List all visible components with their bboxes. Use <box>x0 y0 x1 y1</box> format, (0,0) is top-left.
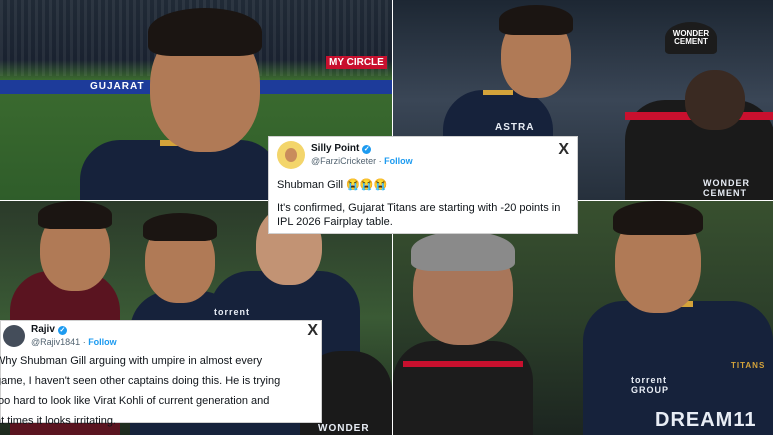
tweet-text-body: It's confirmed, Gujarat Titans are start… <box>277 202 561 228</box>
tweet-author: Silly Point ✓ @FarziCricketer · Follow <box>311 143 413 167</box>
player-hair <box>613 201 703 235</box>
jersey-logo-text: TITANS <box>731 361 766 370</box>
author-handle[interactable]: @FarziCricketer <box>311 156 376 166</box>
jersey-sponsor-text: ASTRA <box>495 122 535 133</box>
x-logo-icon[interactable]: X <box>307 322 318 340</box>
tweet-text-line: Why Shubman Gill arguing with umpire in … <box>0 355 263 367</box>
umpire-cap-text: WONDER CEMENT <box>672 29 710 46</box>
user-avatar[interactable] <box>3 325 25 347</box>
x-logo-icon[interactable]: X <box>558 141 569 159</box>
jersey-sponsor-text: torrent GROUP <box>631 375 670 395</box>
tweet-author: Rajiv ✓ @Rajiv1841 · Follow <box>31 324 117 348</box>
player-hair <box>499 5 573 35</box>
tweet-text-line: at times it looks irritating. <box>0 415 117 427</box>
player-hair <box>148 8 262 56</box>
user-avatar[interactable] <box>277 141 305 169</box>
author-display-name[interactable]: Silly Point <box>311 143 359 155</box>
jersey-collar <box>483 90 513 95</box>
author-handle[interactable]: @Rajiv1841 <box>31 337 80 347</box>
tweet-card: Rajiv ✓ @Rajiv1841 · Follow X Why Shubma… <box>0 320 322 427</box>
coach-shirt-stripe <box>403 361 523 367</box>
player-jersey <box>80 140 280 200</box>
jersey-sponsor-text: torrent <box>214 307 250 317</box>
umpire-shirt-text: WONDER CEMENT <box>703 178 750 198</box>
jersey-main-text: DREAM11 <box>655 409 757 431</box>
verified-badge-icon: ✓ <box>57 325 67 335</box>
player-hair <box>38 201 112 229</box>
tweet-card: Silly Point ✓ @FarziCricketer · Follow X… <box>268 136 578 234</box>
tweet-text-line: too hard to look like Virat Kohli of cur… <box>0 395 270 407</box>
player-hair <box>143 213 217 241</box>
author-display-name[interactable]: Rajiv <box>31 324 55 336</box>
board-text-gujarat: GUJARAT <box>90 81 145 92</box>
follow-link[interactable]: Follow <box>88 337 117 347</box>
tweet-text-line: game, I haven't seen other captains doin… <box>0 375 281 387</box>
coach-hair <box>411 231 515 271</box>
tweet-header: Rajiv ✓ @Rajiv1841 · Follow X <box>1 322 321 348</box>
umpire-head <box>685 70 745 130</box>
follow-link[interactable]: Follow <box>384 156 413 166</box>
tweet-header: Silly Point ✓ @FarziCricketer · Follow X <box>277 141 569 169</box>
tweet-text-line: Shubman Gill 😭😭😭 <box>277 179 388 191</box>
verified-badge-icon: ✓ <box>362 144 372 154</box>
coach-shirt <box>393 341 533 435</box>
board-text-mycircle: MY CIRCLE <box>326 56 387 69</box>
photo-bottom-right: TITANS torrent GROUP DREAM11 <box>393 201 773 435</box>
photo-collage: GUJARAT MY CIRCLE ASTRA WONDER CEMENT WO… <box>0 0 773 435</box>
umpire-shirt-text: WONDER <box>318 423 370 434</box>
